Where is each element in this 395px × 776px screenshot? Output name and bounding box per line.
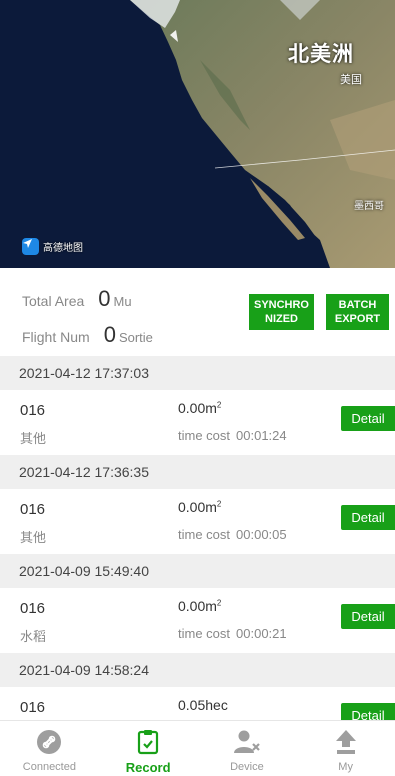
detail-button[interactable]: Detail <box>341 703 395 720</box>
record-date-header: 2021-04-12 17:37:03 <box>0 356 395 390</box>
flight-num-unit: Sortie <box>118 330 153 345</box>
record-id: 016 <box>20 699 46 716</box>
record-id: 016 <box>20 402 46 419</box>
batch-export-button[interactable]: BATCH EXPORT <box>326 294 389 330</box>
record-crop: 其他 <box>20 431 47 446</box>
nav-label-connected: Connected <box>22 761 76 773</box>
total-area-row: Total Area 0 Mu <box>22 286 132 312</box>
record-time-cost: time cost 00:00:05 <box>178 527 287 542</box>
record-id: 016 <box>20 501 46 518</box>
nav-label-my: My <box>338 761 353 773</box>
record-date-header: 2021-04-12 17:36:35 <box>0 455 395 489</box>
record-area: 0.00m2 <box>178 499 222 515</box>
nav-label-device: Device <box>230 761 264 773</box>
record-id: 016 <box>20 600 46 617</box>
record-date-header: 2021-04-09 15:49:40 <box>0 554 395 588</box>
record-row[interactable]: 016 水稻 0.00m2 time cost 00:00:21 Detail <box>0 588 395 653</box>
detail-button[interactable]: Detail <box>341 604 395 629</box>
flight-num-label: Flight Num <box>22 329 90 345</box>
map-label-us: 美国 <box>340 74 362 86</box>
record-area: 0.00m2 <box>178 598 222 614</box>
navigation-arrow-icon <box>22 238 39 255</box>
detail-button[interactable]: Detail <box>341 505 395 530</box>
summary-panel: Total Area 0 Mu Flight Num 0 Sortie SYNC… <box>0 268 395 356</box>
record-row[interactable]: 016 其他 0.00m2 time cost 00:00:05 Detail <box>0 489 395 554</box>
batch-export-label: BATCH EXPORT <box>334 299 381 325</box>
satellite-map[interactable]: 北美洲 美国 墨西哥 高德地图 <box>0 0 395 268</box>
record-time-cost: time cost 00:01:24 <box>178 428 287 443</box>
map-label-mexico: 墨西哥 <box>354 201 384 212</box>
record-row[interactable]: 016 0.05hec Detail <box>0 687 395 720</box>
nav-item-connected[interactable]: Connected <box>0 721 99 776</box>
bottom-nav: Connected Record Device My <box>0 720 395 776</box>
map-label-continent: 北美洲 <box>288 43 354 66</box>
total-area-value: 0 <box>98 286 111 311</box>
record-date-header: 2021-04-09 14:58:24 <box>0 653 395 687</box>
synchronized-label: SYNCHRONIZED <box>253 299 309 325</box>
detail-button[interactable]: Detail <box>341 406 395 431</box>
flight-num-row: Flight Num 0 Sortie <box>22 322 153 348</box>
device-user-icon <box>233 729 261 760</box>
nav-item-my[interactable]: My <box>296 721 395 776</box>
record-area: 0.05hec <box>178 697 228 713</box>
nav-label-record: Record <box>125 760 171 775</box>
record-row[interactable]: 016 其他 0.00m2 time cost 00:01:24 Detail <box>0 390 395 455</box>
synchronized-button[interactable]: SYNCHRONIZED <box>249 294 314 330</box>
map-logo-text: 高德地图 <box>43 243 83 254</box>
map-provider-logo: 高德地图 <box>22 238 83 255</box>
nav-item-device[interactable]: Device <box>198 721 297 776</box>
total-area-label: Total Area <box>22 293 85 309</box>
clipboard-icon <box>137 729 159 760</box>
total-area-unit: Mu <box>113 294 132 309</box>
record-crop: 其他 <box>20 530 47 545</box>
flight-num-value: 0 <box>103 322 116 347</box>
nav-item-record[interactable]: Record <box>99 721 198 776</box>
record-area: 0.00m2 <box>178 400 222 416</box>
record-list[interactable]: 2021-04-12 17:37:03 016 其他 0.00m2 time c… <box>0 356 395 720</box>
record-time-cost: time cost 00:00:21 <box>178 626 287 641</box>
link-icon <box>36 729 62 760</box>
upload-user-icon <box>334 729 358 760</box>
record-crop: 水稻 <box>20 629 47 644</box>
